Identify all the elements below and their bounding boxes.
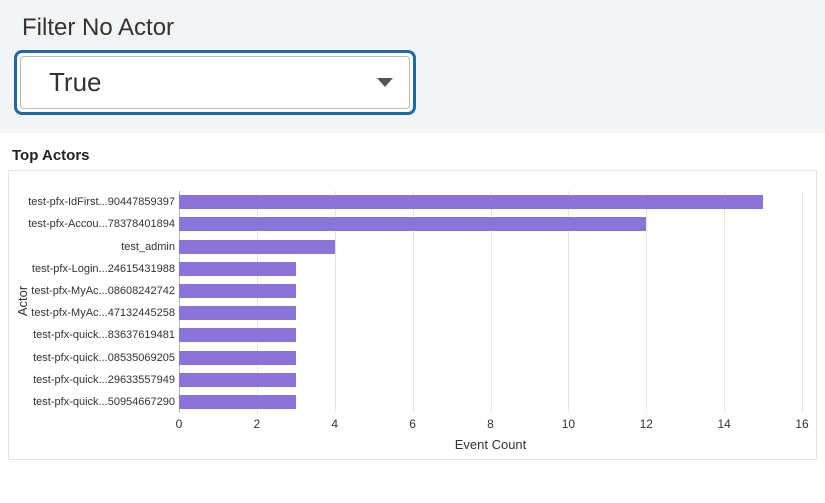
- y-tick-label: test-pfx-quick...50954667290: [9, 395, 175, 409]
- x-tick-label: 12: [640, 417, 653, 431]
- y-tick-label: test_admin: [9, 240, 175, 254]
- filter-select-value: True: [49, 67, 102, 98]
- y-tick-label: test-pfx-quick...29633557949: [9, 373, 175, 387]
- bar: [179, 284, 296, 298]
- y-tick-label: test-pfx-quick...83637619481: [9, 328, 175, 342]
- x-tick-label: 14: [717, 417, 730, 431]
- grid-line: [646, 191, 647, 413]
- filter-label: Filter No Actor: [22, 14, 811, 42]
- bar: [179, 373, 296, 387]
- bar: [179, 240, 335, 254]
- y-axis-labels: test-pfx-IdFirst...90447859397 test-pfx-A…: [9, 191, 175, 413]
- y-tick-label: test-pfx-MyAc...08608242742: [9, 284, 175, 298]
- y-tick-label: test-pfx-Login...24615431988: [9, 262, 175, 276]
- bar: [179, 306, 296, 320]
- x-tick-label: 6: [409, 417, 416, 431]
- filter-panel: Filter No Actor True: [0, 0, 825, 133]
- bar: [179, 395, 296, 409]
- y-tick-label: test-pfx-Accou...78378401894: [9, 217, 175, 231]
- grid-line: [724, 191, 725, 413]
- x-tick-label: 8: [487, 417, 494, 431]
- y-tick-label: test-pfx-quick...08535069205: [9, 351, 175, 365]
- x-tick-label: 16: [795, 417, 808, 431]
- x-axis-title: Event Count: [179, 437, 802, 452]
- x-tick-label: 0: [176, 417, 183, 431]
- x-tick-label: 2: [254, 417, 261, 431]
- bar: [179, 328, 296, 342]
- filter-select-focus-ring: True: [14, 50, 416, 115]
- plot-area: [179, 191, 802, 413]
- bar: [179, 195, 763, 209]
- chevron-down-icon: [377, 78, 393, 87]
- grid-line: [802, 191, 803, 413]
- filter-select[interactable]: True: [20, 56, 410, 109]
- chart-title: Top Actors: [12, 147, 817, 164]
- x-tick-label: 10: [562, 417, 575, 431]
- chart-section: Top Actors Actor test-pfx-IdFirst...9044…: [0, 133, 825, 460]
- bar: [179, 262, 296, 276]
- y-tick-label: test-pfx-MyAc...47132445258: [9, 306, 175, 320]
- x-axis-labels: 0246810121416: [179, 417, 802, 433]
- bar: [179, 217, 646, 231]
- x-tick-label: 4: [331, 417, 338, 431]
- bar: [179, 351, 296, 365]
- chart-card: Actor test-pfx-IdFirst...90447859397test…: [8, 170, 817, 460]
- y-tick-label: test-pfx-IdFirst...90447859397: [9, 195, 175, 209]
